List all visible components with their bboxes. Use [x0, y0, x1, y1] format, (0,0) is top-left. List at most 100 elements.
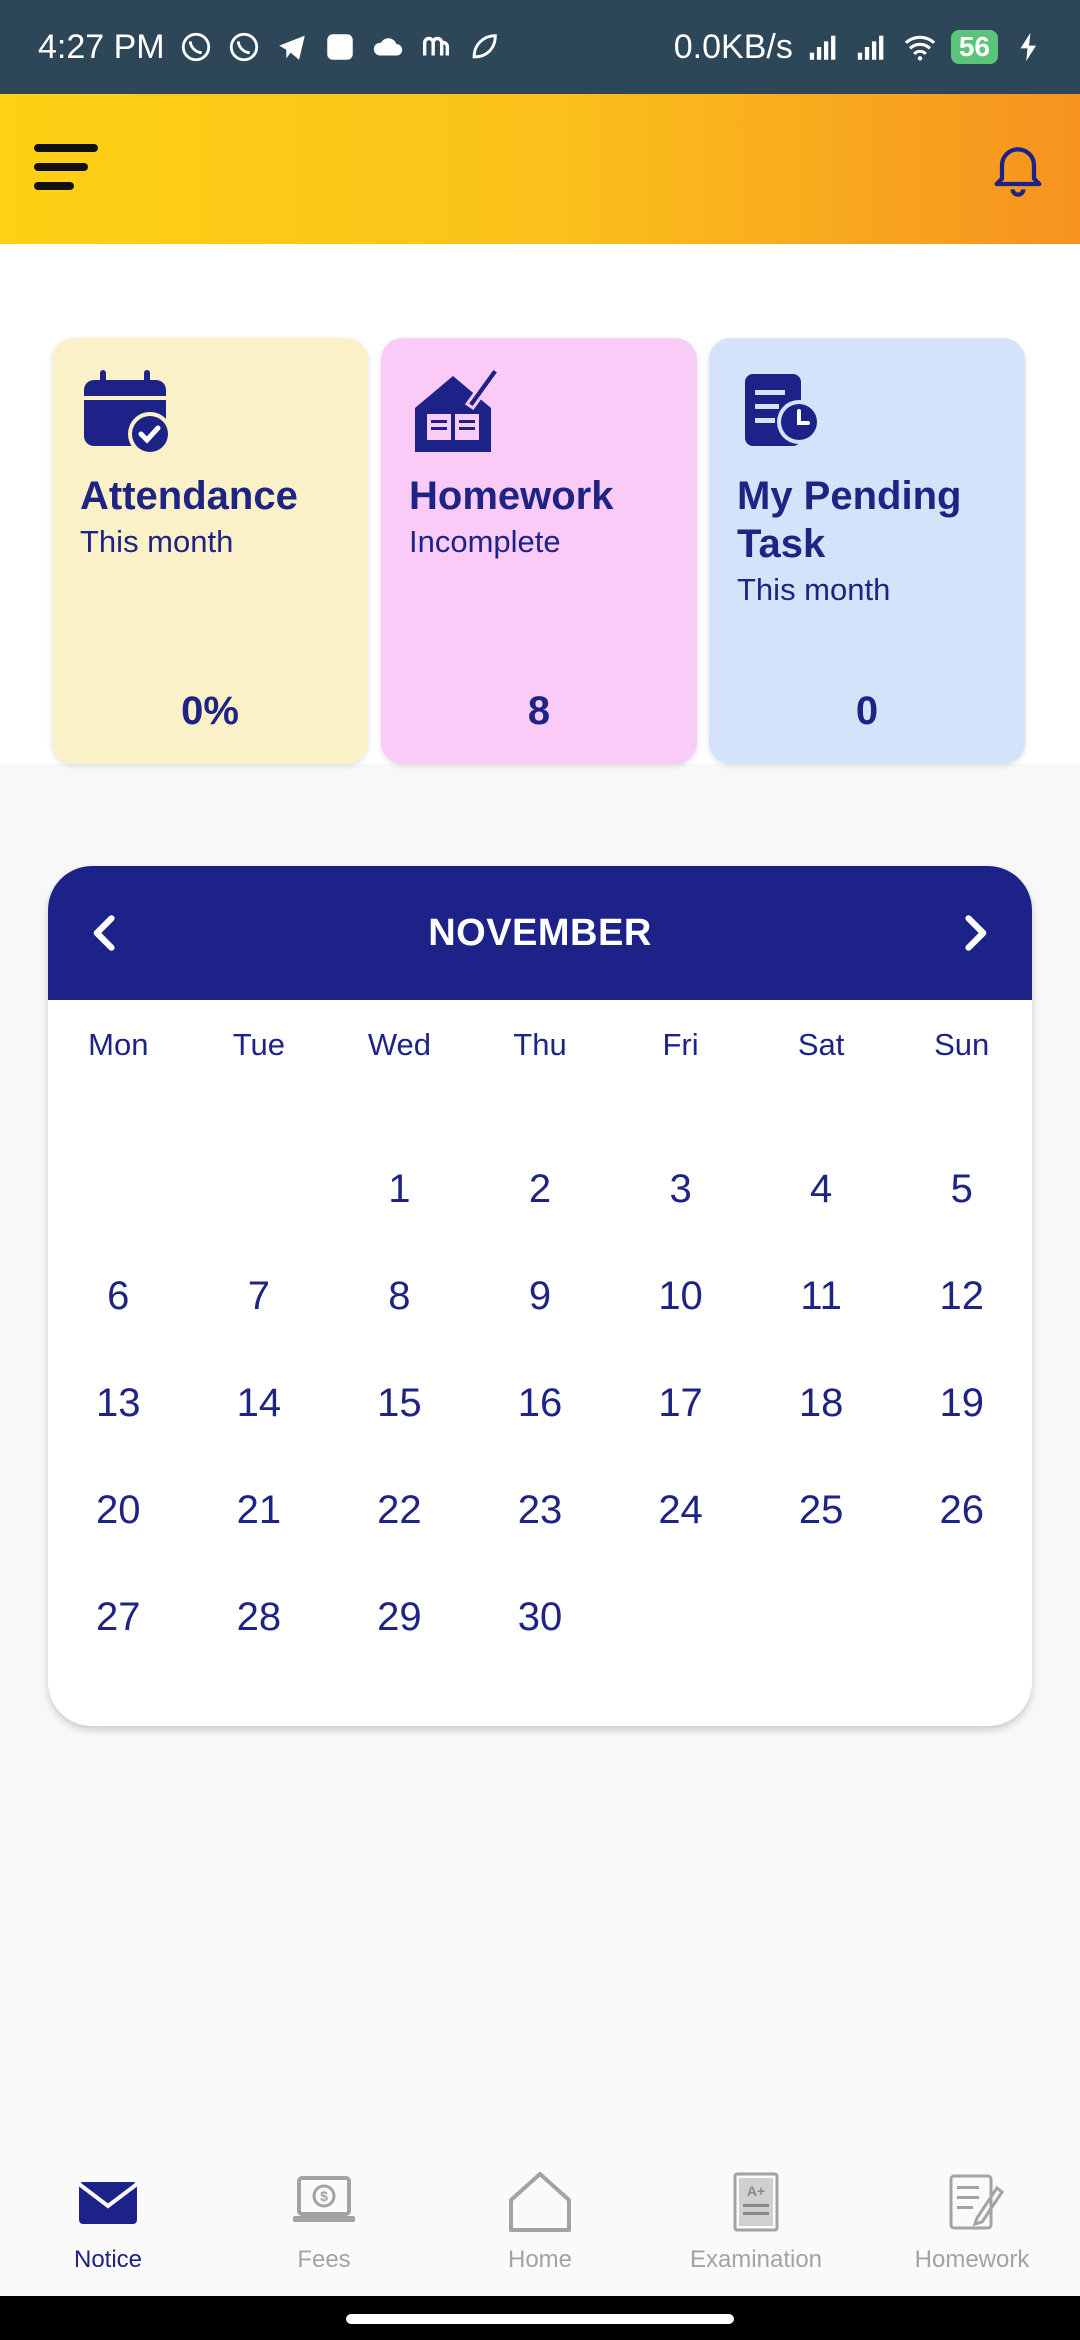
fees-laptop-icon: $ — [289, 2170, 359, 2234]
calendar-day[interactable]: 12 — [891, 1257, 1032, 1364]
weekday-label: Sun — [934, 1027, 990, 1062]
calendar-day[interactable]: 9 — [470, 1257, 611, 1364]
calendar-day[interactable]: 17 — [610, 1364, 751, 1471]
calendar-day[interactable]: 21 — [189, 1471, 330, 1578]
charging-icon — [1012, 30, 1046, 64]
home-gesture-handle[interactable] — [346, 2314, 734, 2324]
calendar-day — [189, 1150, 330, 1257]
calendar-day[interactable]: 22 — [329, 1471, 470, 1578]
signal-icon — [855, 30, 889, 64]
card-value: 0 — [855, 689, 879, 733]
cloud-icon — [371, 30, 405, 64]
calendar-weekdays: Mon Tue Wed Thu Fri Sat Sun — [48, 1000, 1032, 1090]
homework-card[interactable]: Homework Incomplete 8 — [381, 338, 697, 764]
leaf-icon — [467, 30, 501, 64]
weekday-label: Tue — [232, 1027, 285, 1062]
calendar-day[interactable]: 7 — [189, 1257, 330, 1364]
wifi-icon — [903, 30, 937, 64]
calendar-day[interactable]: 15 — [329, 1364, 470, 1471]
nav-label: Fees — [297, 2246, 351, 2273]
calendar-day[interactable]: 4 — [751, 1150, 892, 1257]
envelope-icon — [73, 2170, 143, 2234]
app-bar — [0, 94, 1080, 244]
calendar-day[interactable]: 19 — [891, 1364, 1032, 1471]
whatsapp-icon — [179, 30, 213, 64]
menu-icon[interactable] — [32, 142, 102, 194]
calendar-day[interactable]: 24 — [610, 1471, 751, 1578]
calendar-day[interactable]: 27 — [48, 1578, 189, 1685]
exam-sheet-icon: A+ — [721, 2170, 791, 2234]
calendar-day[interactable]: 3 — [610, 1150, 751, 1257]
calendar-day[interactable]: 14 — [189, 1364, 330, 1471]
calendar-day[interactable]: 13 — [48, 1364, 189, 1471]
calendar-month: NOVEMBER — [428, 911, 652, 954]
summary-cards: Attendance This month 0% Homework Incomp… — [0, 244, 1080, 764]
nav-label: Home — [507, 2246, 573, 2273]
notification-bell-icon[interactable] — [986, 136, 1050, 200]
calendar: NOVEMBER Mon Tue Wed Thu Fri Sat Sun 1 2… — [48, 866, 1032, 1726]
whatsapp-business-icon — [227, 30, 261, 64]
calendar-day[interactable]: 16 — [470, 1364, 611, 1471]
card-title: My Pending Task — [737, 474, 962, 566]
status-left: 4:27 PM — [38, 28, 501, 67]
calendar-day[interactable]: 11 — [751, 1257, 892, 1364]
signal-icon — [807, 30, 841, 64]
chevron-left-icon[interactable] — [84, 911, 128, 955]
home-icon — [505, 2170, 575, 2234]
nav-label: Examination — [689, 2246, 823, 2273]
card-value: 8 — [527, 689, 551, 733]
network-speed: 0.0KB/s — [673, 27, 793, 66]
calendar-day[interactable]: 29 — [329, 1578, 470, 1685]
calendar-check-icon — [80, 366, 172, 458]
calendar-day[interactable]: 8 — [329, 1257, 470, 1364]
weekday-label: Fri — [662, 1027, 699, 1062]
chevron-right-icon[interactable] — [952, 911, 996, 955]
calendar-day[interactable]: 5 — [891, 1150, 1032, 1257]
calendar-day — [48, 1150, 189, 1257]
weekday-label: Mon — [88, 1027, 149, 1062]
nav-item-home[interactable]: Home — [432, 2142, 648, 2296]
card-value: 0% — [181, 689, 239, 733]
calendar-day[interactable]: 25 — [751, 1471, 892, 1578]
card-subtitle: This month — [80, 524, 234, 559]
nav-item-fees[interactable]: $ Fees — [216, 2142, 432, 2296]
status-bar: 4:27 PM 0.0KB/s 56 — [0, 0, 1080, 94]
nav-label: Notice — [73, 2246, 143, 2273]
telegram-icon — [275, 30, 309, 64]
bottom-navigation: Notice $ Fees Home A+ Examination Homewo… — [0, 2142, 1080, 2296]
card-subtitle: This month — [737, 572, 891, 607]
calendar-day[interactable]: 30 — [470, 1578, 611, 1685]
svg-text:$: $ — [320, 2188, 328, 2204]
card-title: Homework — [409, 474, 614, 518]
calendar-day[interactable]: 20 — [48, 1471, 189, 1578]
calendar-day — [891, 1578, 1032, 1685]
calendar-day — [751, 1578, 892, 1685]
m-app-icon — [419, 30, 453, 64]
calendar-day[interactable]: 28 — [189, 1578, 330, 1685]
calendar-day[interactable]: 6 — [48, 1257, 189, 1364]
calendar-day[interactable]: 10 — [610, 1257, 751, 1364]
nav-label: Homework — [914, 2246, 1030, 2273]
svg-text:A+: A+ — [747, 2183, 765, 2199]
calendar-day[interactable]: 18 — [751, 1364, 892, 1471]
calendar-day[interactable]: 26 — [891, 1471, 1032, 1578]
calendar-day[interactable]: 2 — [470, 1150, 611, 1257]
task-clock-icon — [737, 366, 829, 458]
weekday-label: Wed — [367, 1027, 432, 1062]
nav-item-notice[interactable]: Notice — [0, 2142, 216, 2296]
attendance-card[interactable]: Attendance This month 0% — [52, 338, 368, 764]
nav-item-examination[interactable]: A+ Examination — [648, 2142, 864, 2296]
house-book-icon — [409, 365, 502, 458]
calendar-header: NOVEMBER — [48, 866, 1032, 1000]
status-right: 0.0KB/s 56 — [674, 28, 1046, 67]
card-title: Attendance — [80, 474, 298, 518]
weekday-label: Sat — [797, 1027, 845, 1062]
pending-task-card[interactable]: My Pending Task This month 0 — [709, 338, 1025, 764]
calendar-day[interactable]: 23 — [470, 1471, 611, 1578]
card-subtitle: Incomplete — [409, 524, 561, 559]
calendar-day — [610, 1578, 751, 1685]
nav-item-homework[interactable]: Homework — [864, 2142, 1080, 2296]
calendar-days: 1 2 3 4 5 6 7 8 9 10 11 12 13 14 15 16 1… — [48, 1150, 1032, 1685]
gesture-bar — [0, 2296, 1080, 2340]
calendar-day[interactable]: 1 — [329, 1150, 470, 1257]
